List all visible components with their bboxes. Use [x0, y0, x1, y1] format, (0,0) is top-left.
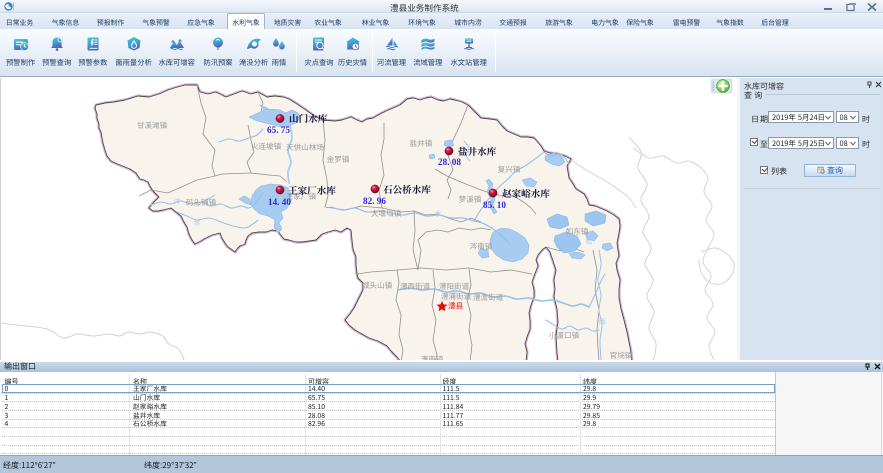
svg-text:甘溪滩镇: 甘溪滩镇 — [137, 120, 168, 131]
svg-text:石公桥水库: 石公桥水库 — [383, 182, 431, 196]
svg-text:盐井镇: 盐井镇 — [410, 138, 433, 149]
svg-text:松: 松 — [586, 237, 593, 247]
svg-text:85. 10: 85. 10 — [483, 197, 506, 211]
svg-text:金罗镇: 金罗镇 — [327, 154, 350, 165]
svg-text:天供山林场: 天供山林场 — [286, 142, 324, 153]
svg-text:14. 40: 14. 40 — [268, 194, 291, 208]
svg-text:城头山镇: 城头山镇 — [362, 280, 393, 291]
svg-text:大堰垱镇: 大堰垱镇 — [371, 208, 402, 219]
svg-text:西: 西 — [599, 317, 606, 327]
svg-text:王家厂水库: 王家厂水库 — [288, 183, 336, 197]
svg-text:82. 96: 82. 96 — [363, 193, 386, 207]
svg-text:澧县: 澧县 — [448, 301, 464, 312]
svg-text:山门水库: 山门水库 — [289, 111, 328, 125]
svg-text:盐井水库: 盐井水库 — [458, 144, 497, 158]
svg-text:澧西街道: 澧西街道 — [400, 281, 431, 292]
svg-text:梦溪镇: 梦溪镇 — [459, 194, 482, 205]
svg-text:如东镇: 如东镇 — [566, 226, 589, 237]
svg-text:28. 08: 28. 08 — [438, 154, 461, 168]
svg-text:澧澹街道: 澧澹街道 — [473, 292, 504, 303]
svg-text:水: 水 — [194, 218, 201, 228]
svg-text:水: 水 — [435, 209, 442, 219]
svg-text:赵家峪水库: 赵家峪水库 — [502, 186, 550, 200]
svg-text:火连坡镇: 火连坡镇 — [251, 141, 282, 152]
svg-text:水: 水 — [451, 287, 458, 297]
svg-text:65. 75: 65. 75 — [267, 122, 290, 136]
svg-text:涔: 涔 — [174, 197, 181, 207]
svg-text:码头铺镇: 码头铺镇 — [186, 197, 217, 208]
svg-text:复兴镇: 复兴镇 — [498, 164, 521, 175]
svg-text:小渡口镇: 小渡口镇 — [549, 330, 580, 341]
svg-text:涔南镇: 涔南镇 — [470, 241, 493, 252]
